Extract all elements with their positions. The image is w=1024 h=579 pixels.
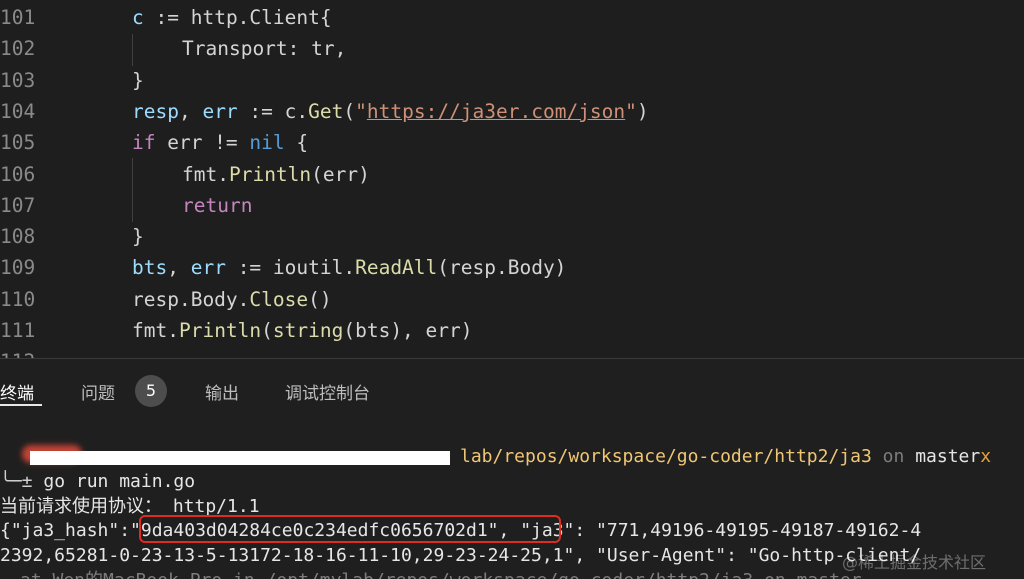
code-text: if err != nil { xyxy=(132,131,309,155)
command-line: ╰─± go run main.go xyxy=(0,469,195,494)
ja3-hash-highlight-box xyxy=(139,515,561,543)
code-text: Transport: tr, xyxy=(182,37,347,61)
line-number: 106 xyxy=(0,162,36,186)
code-text: bts, err := ioutil.ReadAll(resp.Body) xyxy=(132,256,567,280)
code-text: resp.Body.Close() xyxy=(132,287,332,311)
code-line: 102 Transport: tr, xyxy=(0,33,1024,64)
prompt-glyph: ╰─± xyxy=(0,471,33,492)
command-text: go run main.go xyxy=(43,471,196,492)
active-tab-indicator xyxy=(0,404,42,406)
line-number: 107 xyxy=(0,193,36,217)
code-line: 108} xyxy=(0,221,1024,252)
json-prefix: {"ja3_hash": xyxy=(0,520,131,541)
terminal-path-line: lab/repos/workspace/go-coder/http2/ja3 o… xyxy=(460,444,991,469)
line-number: 111 xyxy=(0,319,36,342)
line-number: 108 xyxy=(0,225,36,249)
terminal-output[interactable]: lab/repos/workspace/go-coder/http2/ja3 o… xyxy=(0,415,1024,579)
tab-terminal[interactable]: 终端 xyxy=(0,379,34,404)
code-text: } xyxy=(132,68,144,92)
next-prompt-line: at Wen的MacBook-Pro in /opt/mylab/repos/w… xyxy=(20,568,862,579)
redaction-mark-white xyxy=(30,451,450,465)
code-line: 106 fmt.Println(err) xyxy=(0,159,1024,190)
json-rest: , "ja3": "771,49196-49195-49187-49162-4 xyxy=(498,520,922,541)
line-number: 101 xyxy=(0,6,36,29)
git-dirty-mark: x xyxy=(980,446,992,467)
problems-count-badge: 5 xyxy=(135,375,167,407)
tab-output[interactable]: 输出 xyxy=(205,379,239,404)
line-number: 112 xyxy=(0,346,40,358)
code-line: 103} xyxy=(0,65,1024,96)
code-line: 110 resp.Body.Close() xyxy=(0,284,1024,315)
code-line: 109 bts, err := ioutil.ReadAll(resp.Body) xyxy=(0,252,1024,283)
code-text: fmt.Println(err) xyxy=(182,162,370,186)
tab-problems[interactable]: 问题 xyxy=(81,379,115,404)
code-editor[interactable]: 101 c := http.Client{ 102 Transport: tr, 103… xyxy=(0,0,1024,358)
indent-guide xyxy=(132,34,133,66)
code-line: 107 return xyxy=(0,190,1024,221)
line-number: 104 xyxy=(0,99,36,123)
code-text: } xyxy=(132,225,144,249)
code-text: resp, err := c.Get("https://ja3er.com/js… xyxy=(132,99,649,123)
code-line: 104 resp, err := c.Get("https://ja3er.com… xyxy=(0,96,1024,127)
line-number: 102 xyxy=(0,37,36,61)
line-number: 110 xyxy=(0,287,36,311)
code-text: fmt.Println(string(bts), err) xyxy=(132,319,473,342)
tab-debug-console[interactable]: 调试控制台 xyxy=(285,379,370,404)
panel-tabs: 终端 问题 5 输出 调试控制台 xyxy=(0,359,1024,415)
watermark: @稀土掘金技术社区 xyxy=(842,553,987,572)
code-text: c := http.Client{ xyxy=(132,6,332,29)
on-label: on xyxy=(882,446,905,467)
code-line: 112 xyxy=(0,346,1024,358)
json-line-2: 2392,65281-0-23-13-5-13172-18-16-11-10,2… xyxy=(0,545,922,566)
line-number: 109 xyxy=(0,256,36,280)
indent-guide xyxy=(132,158,133,222)
code-line: 105 if err != nil { xyxy=(0,127,1024,158)
code-line: 111 fmt.Println(string(bts), err) xyxy=(0,315,1024,346)
line-number: 105 xyxy=(0,131,36,155)
code-line: 101 c := http.Client{ xyxy=(0,2,1024,33)
git-branch: master xyxy=(915,446,981,467)
code-text: return xyxy=(182,193,253,217)
cwd-path: lab/repos/workspace/go-coder/http2/ja3 xyxy=(460,446,872,467)
line-number: 103 xyxy=(0,68,36,92)
